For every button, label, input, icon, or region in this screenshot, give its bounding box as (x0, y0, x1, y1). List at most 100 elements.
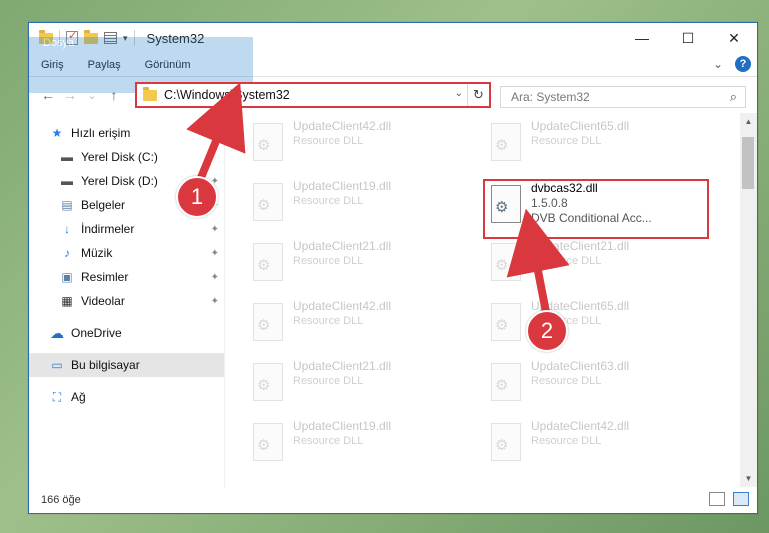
view-toggles (709, 492, 749, 506)
file-item[interactable]: UpdateClient42.dll Resource DLL (247, 299, 471, 355)
nav-item-label: OneDrive (71, 326, 122, 340)
address-path[interactable]: C:\Windows\System32 (164, 88, 290, 102)
file-item[interactable]: UpdateClient21.dll Resource DLL (247, 239, 471, 295)
file-name: UpdateClient19.dll (293, 179, 392, 193)
drive-icon: ▬ (61, 150, 73, 164)
download-icon: ↓ (64, 222, 70, 236)
documents-icon: ▤ (61, 198, 73, 212)
up-arrow-icon[interactable]: ↑ (103, 87, 125, 103)
close-button[interactable]: ✕ (711, 23, 757, 53)
nav-item-quick-access[interactable]: ★ Hızlı erişim (29, 121, 225, 145)
nav-item-downloads[interactable]: ↓ İndirmeler ✦ (29, 217, 225, 241)
file-name: UpdateClient42.dll (293, 299, 392, 313)
file-name: UpdateClient21.dll (531, 239, 630, 253)
nav-item-pictures[interactable]: ▣ Resimler ✦ (29, 265, 225, 289)
file-item[interactable]: UpdateClient65.dllResource DLL (485, 299, 709, 355)
status-bar: 166 öğe (29, 487, 757, 513)
dll-file-icon (253, 363, 283, 401)
file-item[interactable]: UpdateClient65.dllResource DLL (485, 119, 709, 175)
file-description: Resource DLL (531, 255, 602, 267)
nav-item-label: Videolar (81, 294, 125, 308)
address-bar[interactable]: C:\Windows\System32 ⌄ ↻ (135, 82, 491, 108)
nav-item-local-disk-c[interactable]: ▬ Yerel Disk (C:) (29, 145, 225, 169)
vertical-scrollbar[interactable]: ▲ ▼ (740, 113, 757, 487)
scroll-up-arrow-icon[interactable]: ▲ (740, 113, 757, 130)
file-item[interactable]: UpdateClient63.dll Resource DLL (485, 359, 709, 415)
file-name: dvbcas32.dll (531, 181, 598, 195)
file-version: 1.5.0.8 (531, 196, 568, 210)
file-description: Resource DLL (531, 375, 602, 387)
nav-item-label: Bu bilgisayar (71, 358, 140, 372)
file-name: UpdateClient21.dll (293, 239, 392, 253)
file-description: Resource DLL (293, 195, 364, 207)
file-description: Resource DLL (293, 315, 364, 327)
item-count: 166 öğe (41, 494, 81, 506)
file-description: DVB Conditional Acc... (531, 211, 652, 225)
file-description: Resource DLL (531, 435, 602, 447)
back-arrow-icon[interactable]: ← (37, 87, 59, 103)
folder-icon (143, 86, 157, 101)
nav-item-label: Müzik (81, 246, 113, 260)
nav-item-label: Yerel Disk (D:) (81, 174, 158, 188)
details-view-icon[interactable] (709, 492, 725, 506)
pin-icon[interactable]: ✦ (211, 248, 219, 259)
dll-file-icon (253, 423, 283, 461)
nav-item-network[interactable]: ⛶ Ağ (29, 385, 225, 409)
pictures-icon: ▣ (61, 270, 73, 284)
explorer-window: ▾ System32 — ☐ ✕ Dosya Giriş Paylaş Görü… (28, 22, 758, 514)
file-item[interactable]: UpdateClient42.dll Resource DLL (247, 119, 471, 175)
star-icon: ★ (51, 126, 63, 140)
navigation-bar: ← → ⌄ ↑ C:\Windows\System32 ⌄ ↻ Ara: Sys… (29, 77, 757, 113)
dll-file-icon (253, 243, 283, 281)
address-dropdown-chevron-icon[interactable]: ⌄ (455, 88, 463, 99)
drive-icon: ▬ (61, 174, 73, 188)
file-item[interactable]: UpdateClient21.dll Resource DLL (485, 239, 709, 295)
scroll-down-arrow-icon[interactable]: ▼ (740, 470, 757, 487)
dll-file-icon (253, 303, 283, 341)
file-name: UpdateClient21.dll (293, 359, 392, 373)
dll-file-icon (491, 303, 521, 341)
cloud-icon: ☁ (50, 324, 64, 341)
expand-ribbon-chevron-icon[interactable]: ⌄ (713, 57, 723, 71)
dll-file-icon (491, 185, 521, 223)
nav-item-this-pc[interactable]: ▭ Bu bilgisayar (29, 353, 225, 377)
file-item[interactable]: UpdateClient21.dll Resource DLL (247, 359, 471, 415)
dll-file-icon (253, 123, 283, 161)
pin-icon[interactable]: ✦ (211, 296, 219, 307)
window-controls: — ☐ ✕ (619, 23, 757, 53)
file-name: UpdateClient19.dll (293, 419, 392, 433)
maximize-button[interactable]: ☐ (665, 23, 711, 53)
refresh-icon[interactable]: ↻ (467, 84, 489, 106)
file-item-dvbcas32[interactable]: dvbcas32.dll 1.5.0.8 DVB Conditional Acc… (483, 179, 709, 239)
computer-icon: ▭ (51, 358, 63, 372)
search-icon[interactable]: ⌕ (730, 89, 737, 105)
scrollbar-thumb[interactable] (742, 137, 754, 189)
videos-icon: ▦ (61, 294, 73, 308)
file-description: Resource DLL (293, 435, 364, 447)
annotation-badge-2: 2 (526, 310, 568, 352)
file-item[interactable]: UpdateClient42.dll Resource DLL (485, 419, 709, 475)
file-item[interactable]: UpdateClient19.dll Resource DLL (247, 179, 471, 235)
nav-item-onedrive[interactable]: ☁ OneDrive (29, 321, 225, 345)
nav-item-music[interactable]: ♪ Müzik ✦ (29, 241, 225, 265)
nav-item-label: Hızlı erişim (71, 126, 131, 140)
ribbon-tabs: Dosya Giriş Paylaş Görünüm ⌄ ? (29, 36, 757, 93)
file-description: Resource DLL (293, 135, 364, 147)
file-item[interactable]: UpdateClient19.dll Resource DLL (247, 419, 471, 475)
minimize-button[interactable]: — (619, 23, 665, 53)
recent-locations-chevron-icon[interactable]: ⌄ (81, 89, 103, 102)
help-icon[interactable]: ? (735, 56, 751, 72)
pin-icon[interactable]: ✦ (211, 224, 219, 235)
nav-item-label: İndirmeler (81, 222, 135, 236)
network-icon: ⛶ (52, 389, 62, 404)
dll-file-icon (491, 123, 521, 161)
nav-item-label: Belgeler (81, 198, 126, 212)
file-name: UpdateClient65.dll (531, 119, 630, 133)
search-input[interactable]: Ara: System32 ⌕ (500, 86, 746, 108)
pin-icon[interactable]: ✦ (211, 272, 219, 283)
tiles-view-icon[interactable] (733, 492, 749, 506)
navigation-pane: ★ Hızlı erişim ▬ Yerel Disk (C:) ▬ Yerel… (29, 113, 225, 487)
forward-arrow-icon[interactable]: → (59, 87, 81, 103)
nav-item-videos[interactable]: ▦ Videolar ✦ (29, 289, 225, 313)
file-list: UpdateClient42.dll Resource DLL UpdateCli… (225, 113, 757, 487)
